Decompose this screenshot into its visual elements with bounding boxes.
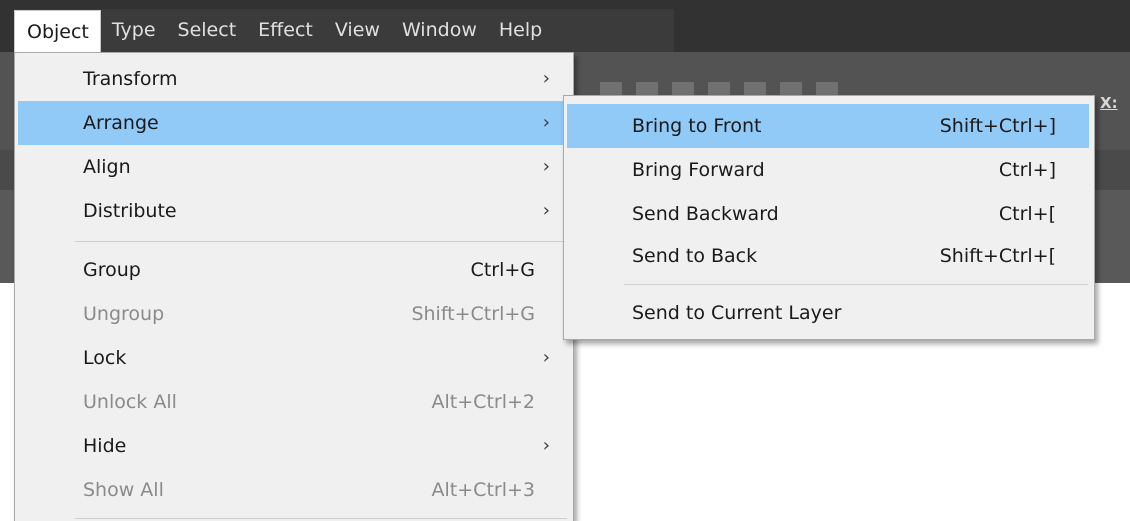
menu-item-shortcut: Shift+Ctrl+G xyxy=(411,303,535,325)
menu-item-transform[interactable]: Transform › xyxy=(18,57,568,101)
chevron-right-icon: › xyxy=(542,156,550,177)
x-coordinate-label: X: xyxy=(1100,94,1118,112)
menu-item-label: Distribute xyxy=(83,200,177,222)
menu-item-label: Ungroup xyxy=(83,303,165,325)
menu-item-label: Group xyxy=(83,259,141,281)
menu-item-show-all[interactable]: Show All Alt+Ctrl+3 xyxy=(18,468,568,512)
menu-item-hide[interactable]: Hide › xyxy=(18,424,568,468)
menu-item-lock[interactable]: Lock › xyxy=(18,336,568,380)
menu-item-shortcut: Ctrl+G xyxy=(470,259,535,281)
menu-item-label: Send Backward xyxy=(632,203,779,225)
menu-item-unlock-all[interactable]: Unlock All Alt+Ctrl+2 xyxy=(18,380,568,424)
menu-item-shortcut: Alt+Ctrl+3 xyxy=(431,479,535,501)
menu-window[interactable]: Window xyxy=(391,9,488,52)
menu-item-bring-forward[interactable]: Bring Forward Ctrl+] xyxy=(567,148,1089,192)
menu-item-label: Transform xyxy=(83,68,178,90)
menu-item-label: Hide xyxy=(83,435,127,457)
menu-item-group[interactable]: Group Ctrl+G xyxy=(18,248,568,292)
chevron-right-icon: › xyxy=(542,200,550,221)
menu-item-label: Lock xyxy=(83,347,127,369)
menu-item-label: Bring Forward xyxy=(632,159,765,181)
menu-item-shortcut: Ctrl+[ xyxy=(998,203,1056,225)
menu-bar-items: Object Type Select Effect View Window He… xyxy=(14,9,674,53)
chevron-right-icon: › xyxy=(542,68,550,89)
menu-item-send-backward[interactable]: Send Backward Ctrl+[ xyxy=(567,192,1089,236)
menu-item-label: Send to Back xyxy=(632,245,758,267)
menu-item-send-to-current-layer[interactable]: Send to Current Layer xyxy=(567,291,1089,335)
menu-item-send-to-back[interactable]: Send to Back Shift+Ctrl+[ xyxy=(567,234,1089,278)
menu-item-label: Align xyxy=(83,156,131,178)
object-menu: Transform › Arrange › Align › Distribute… xyxy=(14,52,574,521)
menu-view[interactable]: View xyxy=(324,9,391,52)
chevron-right-icon: › xyxy=(542,112,550,133)
menu-item-shortcut: Shift+Ctrl+] xyxy=(939,115,1056,137)
menu-item-label: Send to Current Layer xyxy=(632,302,842,324)
menu-item-ungroup[interactable]: Ungroup Shift+Ctrl+G xyxy=(18,292,568,336)
menu-help[interactable]: Help xyxy=(488,9,553,52)
menu-bar: Object Type Select Effect View Window He… xyxy=(0,0,1130,53)
menu-separator xyxy=(624,284,1088,285)
menu-item-distribute[interactable]: Distribute › xyxy=(18,189,568,233)
menu-separator xyxy=(75,518,567,519)
menu-item-shortcut: Ctrl+] xyxy=(998,159,1056,181)
menu-separator xyxy=(75,241,567,242)
menu-item-arrange[interactable]: Arrange › xyxy=(18,101,568,145)
menu-type[interactable]: Type xyxy=(101,9,167,52)
chevron-right-icon: › xyxy=(542,347,550,368)
menu-effect[interactable]: Effect xyxy=(247,9,324,52)
menu-item-align[interactable]: Align › xyxy=(18,145,568,189)
menu-item-bring-to-front[interactable]: Bring to Front Shift+Ctrl+] xyxy=(567,104,1089,148)
menu-item-shortcut: Alt+Ctrl+2 xyxy=(431,391,535,413)
menu-item-label: Bring to Front xyxy=(632,115,762,137)
arrange-submenu: Bring to Front Shift+Ctrl+] Bring Forwar… xyxy=(563,95,1095,340)
chevron-right-icon: › xyxy=(542,435,550,456)
menu-item-shortcut: Shift+Ctrl+[ xyxy=(939,245,1056,267)
menu-item-label: Arrange xyxy=(83,112,159,134)
menu-select[interactable]: Select xyxy=(167,9,248,52)
menu-object[interactable]: Object xyxy=(14,9,101,53)
menu-item-label: Unlock All xyxy=(83,391,177,413)
menu-item-label: Show All xyxy=(83,479,164,501)
